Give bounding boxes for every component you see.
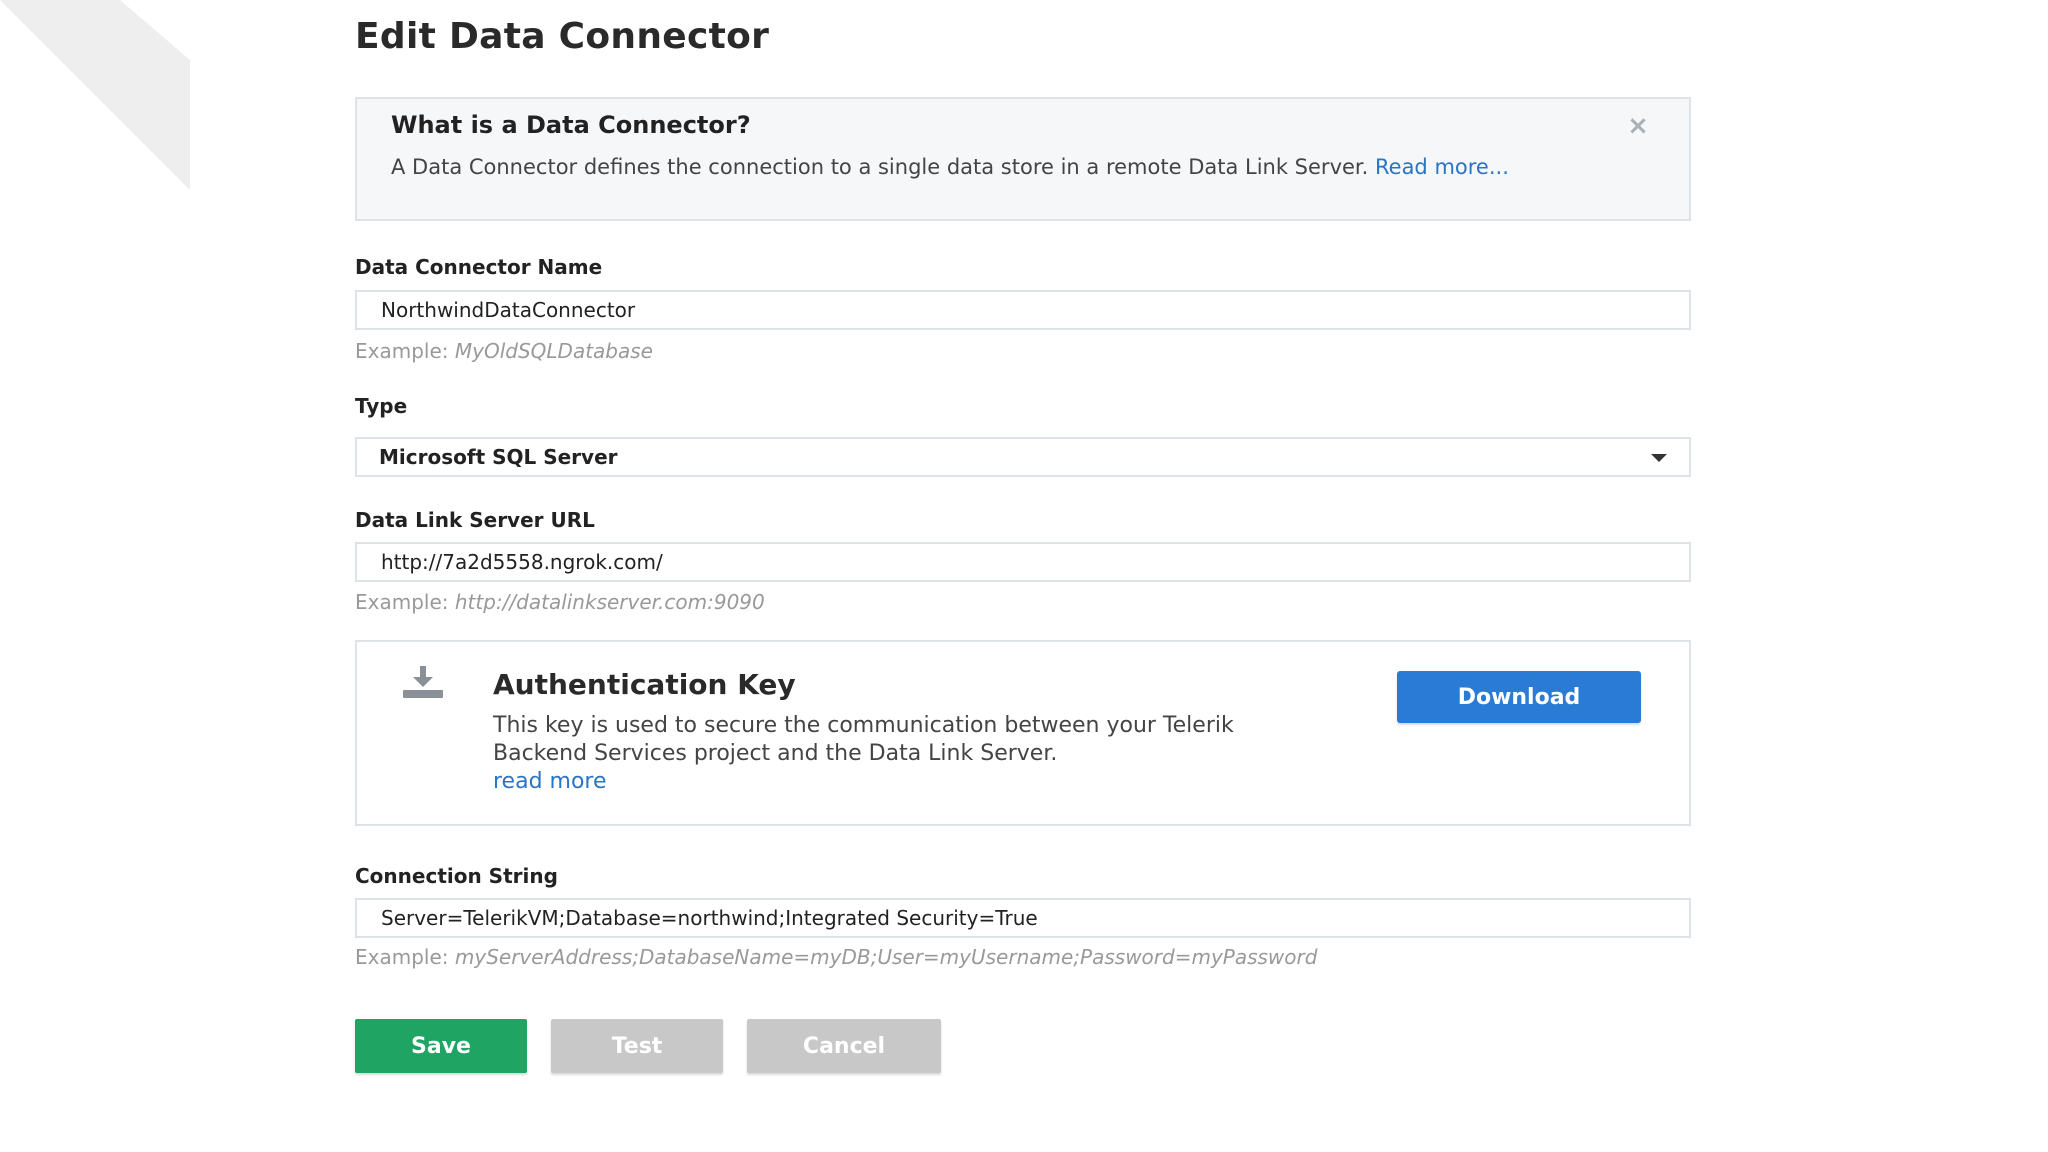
- corner-decoration: [0, 0, 190, 190]
- connection-hint-prefix: Example:: [355, 945, 449, 969]
- page-title: Edit Data Connector: [355, 16, 770, 57]
- url-hint-example: http://datalinkserver.com:9090: [454, 590, 765, 614]
- name-hint-prefix: Example:: [355, 339, 449, 363]
- url-hint: Example: http://datalinkserver.com:9090: [355, 590, 765, 614]
- info-box: What is a Data Connector? × A Data Conne…: [355, 97, 1691, 221]
- connector-name-input[interactable]: [355, 290, 1691, 330]
- server-url-input[interactable]: [355, 542, 1691, 582]
- chevron-down-icon: [1651, 454, 1667, 462]
- connection-label: Connection String: [355, 864, 558, 888]
- info-title: What is a Data Connector?: [391, 111, 751, 139]
- connection-string-input[interactable]: [355, 898, 1691, 938]
- cancel-button[interactable]: Cancel: [747, 1019, 941, 1073]
- info-text: A Data Connector defines the connection …: [391, 153, 1631, 181]
- auth-key-panel: Authentication Key This key is used to s…: [355, 640, 1691, 826]
- name-hint: Example: MyOldSQLDatabase: [355, 339, 653, 363]
- auth-key-title: Authentication Key: [493, 668, 796, 701]
- download-icon: [403, 666, 443, 698]
- info-description: A Data Connector defines the connection …: [391, 155, 1369, 179]
- save-button[interactable]: Save: [355, 1019, 527, 1073]
- connection-hint: Example: myServerAddress;DatabaseName=my…: [355, 945, 1317, 969]
- auth-key-description: This key is used to secure the communica…: [493, 713, 1234, 766]
- auth-read-more-link[interactable]: read more: [493, 768, 607, 796]
- url-label: Data Link Server URL: [355, 508, 595, 532]
- name-label: Data Connector Name: [355, 255, 603, 279]
- test-button[interactable]: Test: [551, 1019, 723, 1073]
- read-more-link[interactable]: Read more...: [1375, 155, 1509, 179]
- connection-hint-example: myServerAddress;DatabaseName=myDB;User=m…: [454, 945, 1318, 969]
- download-button[interactable]: Download: [1397, 671, 1641, 723]
- type-label: Type: [355, 394, 408, 418]
- type-selected-value: Microsoft SQL Server: [379, 445, 618, 469]
- name-hint-example: MyOldSQLDatabase: [454, 339, 653, 363]
- type-select[interactable]: Microsoft SQL Server: [355, 437, 1691, 477]
- close-icon[interactable]: ×: [1627, 113, 1649, 139]
- url-hint-prefix: Example:: [355, 590, 449, 614]
